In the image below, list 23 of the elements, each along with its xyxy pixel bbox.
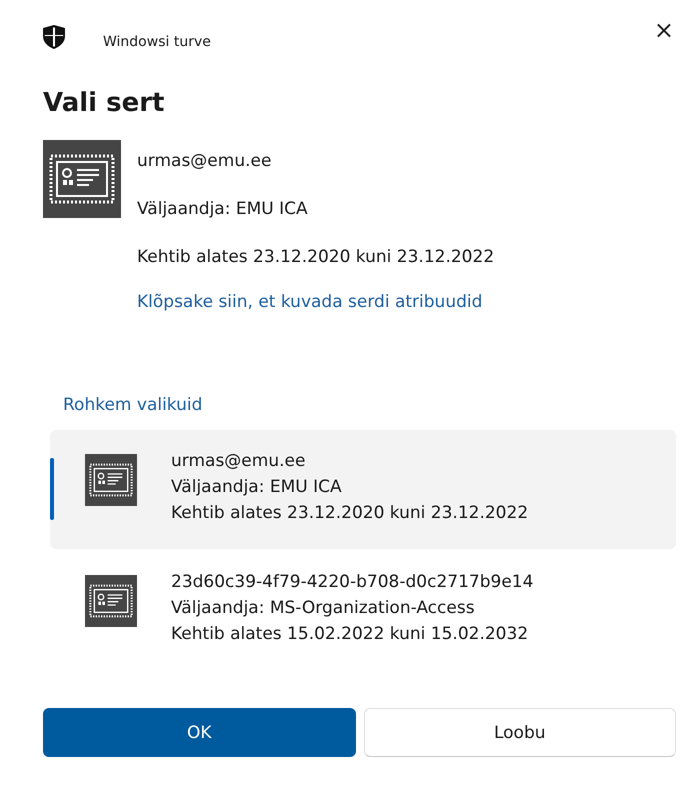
certificate-icon — [85, 575, 137, 627]
more-choices-link[interactable]: Rohkem valikuid — [63, 392, 676, 418]
window-title: Windowsi turve — [103, 34, 212, 50]
certificate-icon — [85, 454, 137, 506]
certificate-validity: Kehtib alates 23.12.2020 kuni 23.12.2022 — [171, 502, 528, 525]
certificate-issuer: Väljaandja: EMU ICA — [171, 476, 343, 499]
certificate-subject: 23d60c39-4f79-4220-b708-d0c2717b9e14 — [171, 571, 534, 594]
certificate-list-item[interactable]: 23d60c39-4f79-4220-b708-d0c2717b9e14 Väljaandja: MS-Organization-Access Kehtib alates 15.02.2022 kuni 15.02.2032 — [50, 551, 676, 670]
certificate-validity: Kehtib alates 15.02.2022 kuni 15.02.2032 — [171, 623, 530, 646]
certificate-list-item[interactable]: urmas@emu.ee Väljaandja: EMU ICA Kehtib alates 23.12.2020 kuni 23.12.2022 — [50, 430, 676, 549]
certificate-validity: Kehtib alates 23.12.2020 kuni 23.12.2022 — [137, 246, 494, 269]
certificate-subject: urmas@emu.ee — [171, 450, 306, 473]
certificate-subject: urmas@emu.ee — [137, 150, 272, 173]
ok-button[interactable]: OK — [43, 708, 356, 757]
certificate-issuer: Väljaandja: MS-Organization-Access — [171, 597, 476, 620]
close-button[interactable]: × — [652, 18, 676, 42]
certificate-issuer: Väljaandja: EMU ICA — [137, 198, 309, 221]
shield-icon — [43, 25, 65, 49]
certificate-icon — [43, 140, 121, 218]
certificate-properties-link[interactable]: Klõpsake siin, et kuvada serdi atribuudid — [137, 292, 494, 312]
dialog-heading: Vali sert — [43, 88, 166, 118]
cancel-button[interactable]: Loobu — [364, 708, 676, 757]
selection-indicator — [50, 458, 54, 520]
